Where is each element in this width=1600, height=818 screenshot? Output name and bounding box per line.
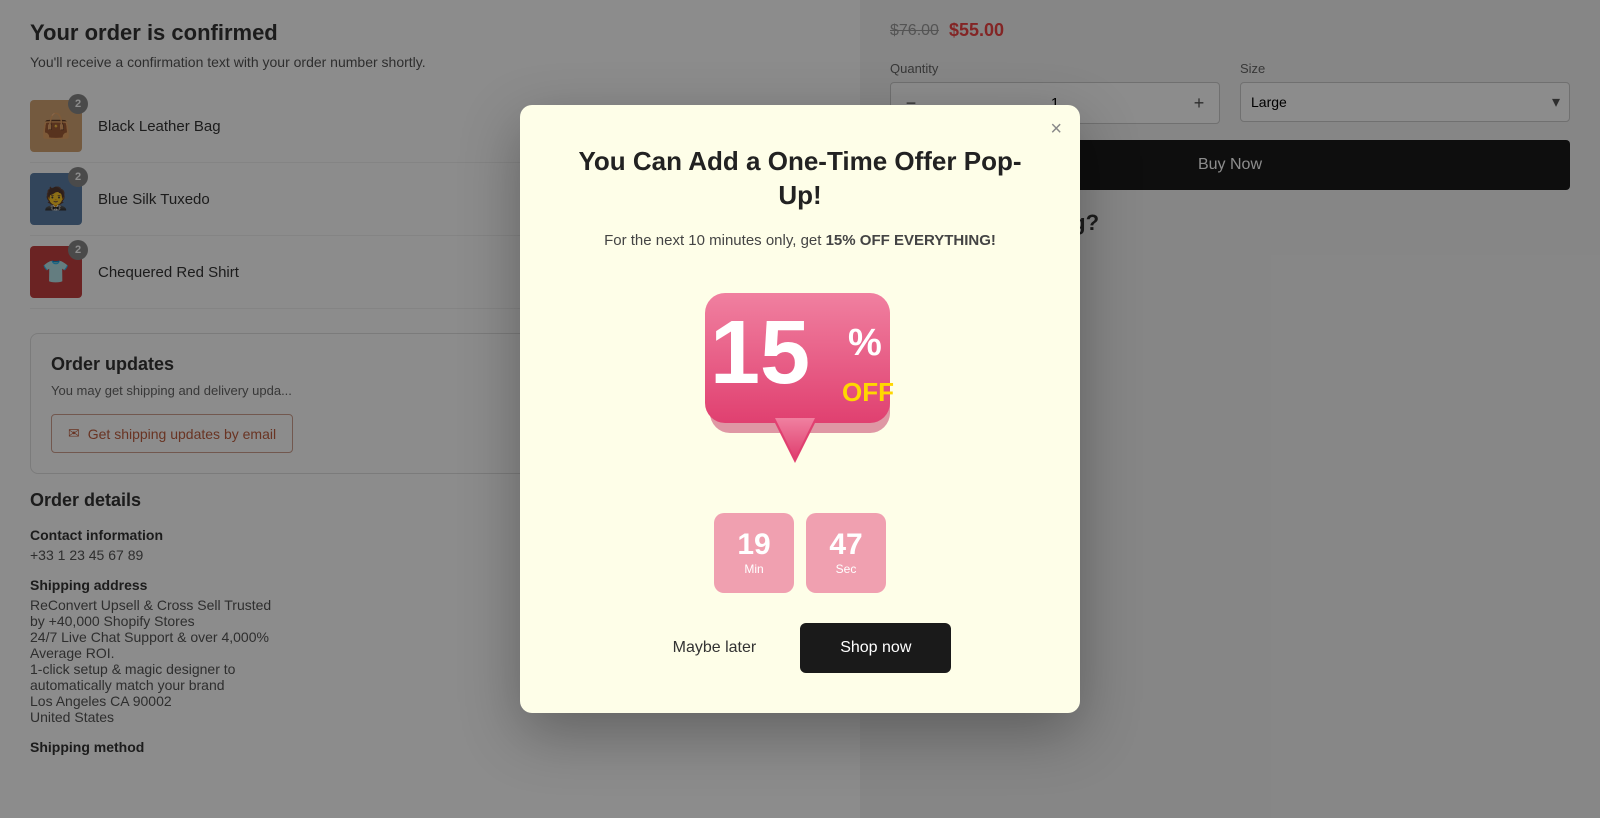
- modal-close-button[interactable]: ×: [1050, 119, 1062, 139]
- timer-row: 19 Min 47 Sec: [570, 513, 1030, 593]
- modal-buttons: Maybe later Shop now: [570, 623, 1030, 673]
- timer-minutes-label: Min: [744, 562, 763, 576]
- timer-seconds-label: Sec: [836, 562, 857, 576]
- svg-text:15: 15: [710, 303, 810, 403]
- modal-title: You Can Add a One-Time Offer Pop-Up!: [570, 145, 1030, 213]
- maybe-later-button[interactable]: Maybe later: [649, 623, 781, 673]
- svg-text:%: %: [848, 322, 882, 364]
- modal-overlay: × You Can Add a One-Time Offer Pop-Up! F…: [0, 0, 1600, 818]
- svg-text:OFF: OFF: [842, 377, 894, 407]
- timer-seconds-value: 47: [829, 530, 862, 560]
- shop-now-button[interactable]: Shop now: [800, 623, 951, 673]
- timer-minutes-box: 19 Min: [714, 513, 794, 593]
- modal-subtitle-prefix: For the next 10 minutes only, get: [604, 232, 826, 249]
- timer-minutes-value: 19: [737, 530, 770, 560]
- offer-modal: × You Can Add a One-Time Offer Pop-Up! F…: [520, 105, 1080, 714]
- timer-seconds-box: 47 Sec: [806, 513, 886, 593]
- modal-subtitle-highlight: 15% OFF EVERYTHING!: [826, 232, 996, 249]
- modal-subtitle: For the next 10 minutes only, get 15% OF…: [570, 232, 1030, 249]
- discount-badge: 15 % OFF: [690, 273, 910, 493]
